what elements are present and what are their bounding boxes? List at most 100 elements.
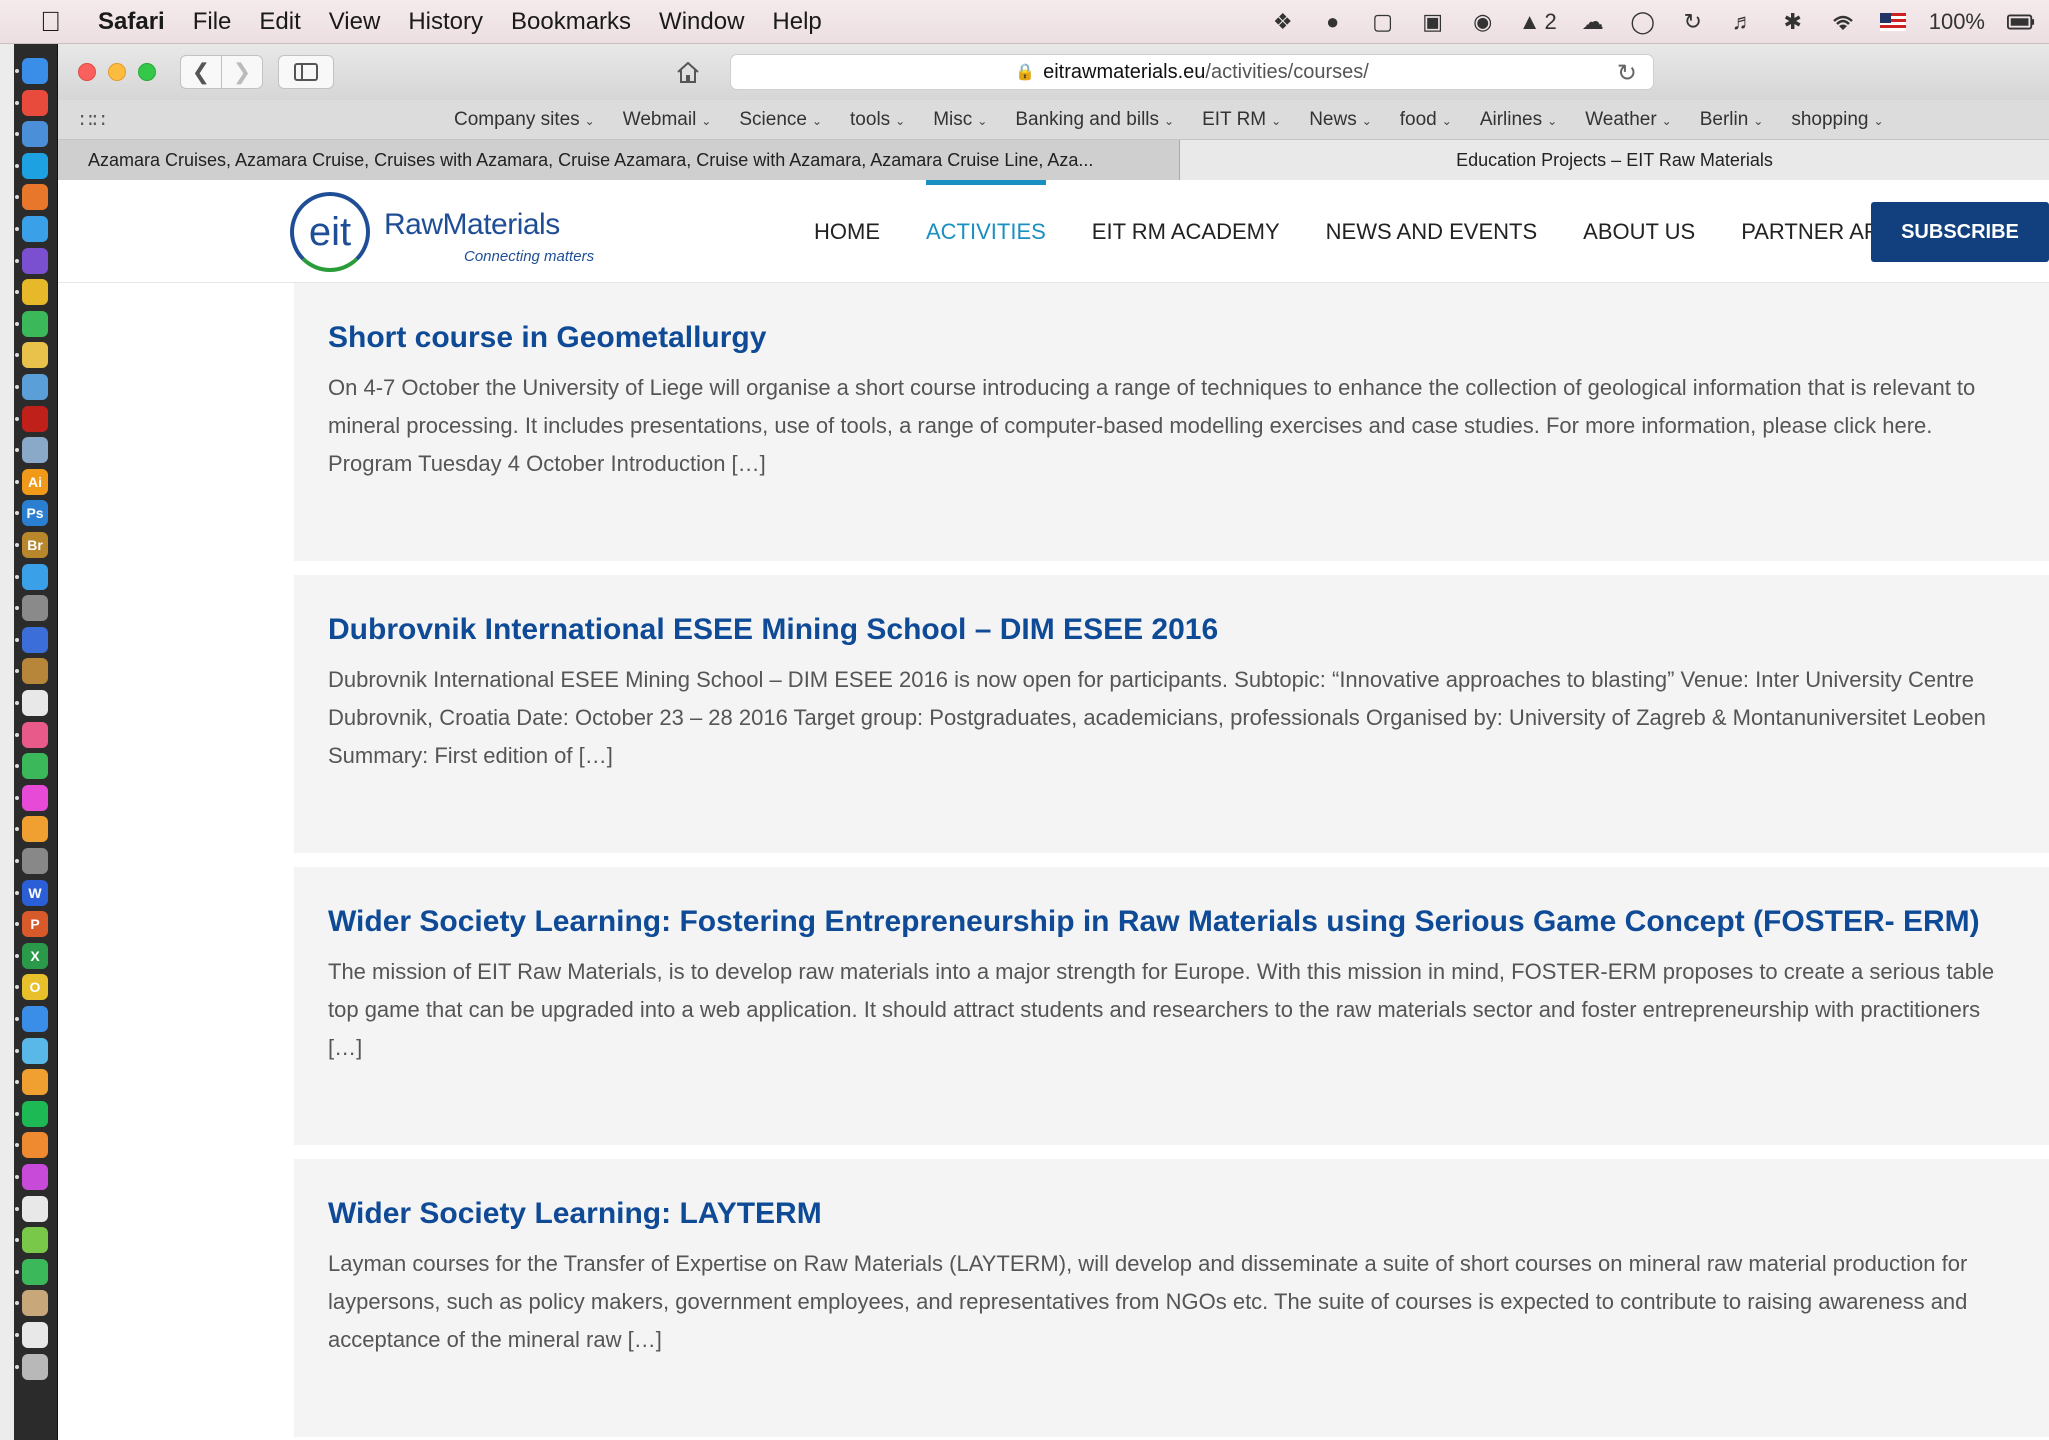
itunes-icon[interactable] bbox=[22, 784, 48, 811]
course-title-link[interactable]: Wider Society Learning: LAYTERM bbox=[328, 1197, 822, 1231]
rocket-icon[interactable] bbox=[22, 595, 48, 622]
acrobat-icon[interactable] bbox=[22, 405, 48, 432]
volume-icon[interactable]: ♬ bbox=[1729, 8, 1757, 36]
favorite-airlines[interactable]: Airlines ⌄ bbox=[1480, 109, 1557, 131]
ibooks-icon[interactable] bbox=[22, 816, 48, 843]
favorite-shopping[interactable]: shopping ⌄ bbox=[1791, 109, 1883, 131]
nav-activities[interactable]: ACTIVITIES bbox=[926, 180, 1046, 283]
app-icon[interactable] bbox=[22, 1037, 48, 1064]
trash-icon[interactable] bbox=[22, 1353, 48, 1380]
subscribe-button[interactable]: SUBSCRIBE bbox=[1871, 202, 2049, 262]
favorite-food[interactable]: food ⌄ bbox=[1400, 109, 1452, 131]
textedit-icon[interactable] bbox=[22, 690, 48, 716]
app-icon[interactable]: ● bbox=[1319, 8, 1347, 36]
favorite-weather[interactable]: Weather ⌄ bbox=[1585, 109, 1672, 131]
excel-icon[interactable]: X bbox=[22, 942, 48, 969]
app-icon[interactable] bbox=[22, 1132, 48, 1159]
zoom-window-button[interactable] bbox=[138, 63, 156, 81]
address-bar[interactable]: 🔒 eitrawmaterials.eu/activities/courses/… bbox=[730, 54, 1654, 90]
site-logo[interactable]: eit RawMaterials Connecting matters bbox=[290, 188, 620, 276]
globe-icon[interactable] bbox=[22, 310, 48, 337]
evernote-icon[interactable]: ▢ bbox=[1369, 8, 1397, 36]
menu-help[interactable]: Help bbox=[772, 8, 821, 36]
preview-icon[interactable] bbox=[22, 121, 48, 148]
contacts-icon[interactable] bbox=[22, 658, 48, 685]
network-icon[interactable] bbox=[22, 374, 48, 400]
bridge-icon[interactable]: Br bbox=[22, 532, 48, 558]
favorite-banking-and-bills[interactable]: Banking and bills ⌄ bbox=[1015, 109, 1174, 131]
word-icon[interactable]: W bbox=[22, 879, 48, 906]
app-icon[interactable] bbox=[22, 563, 48, 590]
globe-icon[interactable]: ◉ bbox=[1469, 8, 1497, 36]
grid-icon[interactable]: ∷∷ bbox=[80, 108, 105, 133]
photos-icon[interactable] bbox=[22, 721, 48, 748]
powerpoint-icon[interactable]: P bbox=[22, 911, 48, 938]
nav-home[interactable]: HOME bbox=[814, 180, 880, 283]
reload-icon[interactable]: ↻ bbox=[1617, 59, 1637, 88]
favorite-news[interactable]: News ⌄ bbox=[1309, 109, 1372, 131]
app-icon[interactable] bbox=[22, 1195, 48, 1222]
finder-icon[interactable] bbox=[22, 58, 48, 84]
course-title-link[interactable]: Dubrovnik International ESEE Mining Scho… bbox=[328, 613, 1218, 647]
mail-icon[interactable] bbox=[22, 437, 48, 464]
menu-app-name[interactable]: Safari bbox=[98, 8, 165, 36]
menu-file[interactable]: File bbox=[193, 8, 232, 36]
cloud-icon[interactable]: ☁ bbox=[1579, 8, 1607, 36]
favorite-berlin[interactable]: Berlin ⌄ bbox=[1700, 109, 1764, 131]
safari-icon[interactable] bbox=[22, 216, 48, 242]
app-icon[interactable] bbox=[22, 1290, 48, 1317]
settings-icon[interactable] bbox=[22, 848, 48, 874]
nav-news-and-events[interactable]: NEWS AND EVENTS bbox=[1326, 180, 1537, 283]
document-icon[interactable] bbox=[22, 1322, 48, 1348]
forward-button[interactable]: ❯ bbox=[221, 55, 263, 89]
menu-history[interactable]: History bbox=[408, 8, 483, 36]
chat-icon[interactable]: ◯ bbox=[1629, 8, 1657, 36]
outlook-icon[interactable]: O bbox=[22, 974, 48, 1001]
wifi-icon[interactable] bbox=[1829, 8, 1857, 36]
bluetooth-icon[interactable]: ✱ bbox=[1779, 8, 1807, 36]
favorite-tools[interactable]: tools ⌄ bbox=[850, 109, 905, 131]
favorite-webmail[interactable]: Webmail ⌄ bbox=[623, 109, 712, 131]
app-icon[interactable] bbox=[22, 1069, 48, 1096]
menu-edit[interactable]: Edit bbox=[259, 8, 300, 36]
nav-about-us[interactable]: ABOUT US bbox=[1583, 180, 1695, 283]
lock-icon[interactable]: ▣ bbox=[1419, 8, 1447, 36]
menu-bookmarks[interactable]: Bookmarks bbox=[511, 8, 631, 36]
close-window-button[interactable] bbox=[78, 63, 96, 81]
photoshop-icon[interactable]: Ps bbox=[22, 500, 48, 527]
skype-icon[interactable] bbox=[22, 152, 48, 179]
minimize-window-button[interactable] bbox=[108, 63, 126, 81]
chrome-icon[interactable] bbox=[22, 279, 48, 306]
spotify-icon[interactable] bbox=[22, 1100, 48, 1127]
back-button[interactable]: ❮ bbox=[180, 55, 222, 89]
favorite-company-sites[interactable]: Company sites ⌄ bbox=[454, 109, 595, 131]
menu-window[interactable]: Window bbox=[659, 8, 744, 36]
calculator-icon[interactable] bbox=[22, 626, 48, 653]
app-icon[interactable] bbox=[22, 1164, 48, 1190]
firefox-icon[interactable] bbox=[22, 184, 48, 211]
calendar-icon[interactable] bbox=[22, 89, 48, 116]
globe-icon[interactable] bbox=[22, 1258, 48, 1285]
apple-icon[interactable]:  bbox=[40, 6, 84, 38]
flag-icon[interactable] bbox=[1879, 8, 1907, 36]
app-icon[interactable] bbox=[22, 1006, 48, 1032]
adobe-icon[interactable]: ▲ 2 bbox=[1519, 9, 1557, 35]
dropbox-icon[interactable]: ❖ bbox=[1269, 8, 1297, 36]
time-machine-icon[interactable]: ↻ bbox=[1679, 8, 1707, 36]
favorite-science[interactable]: Science ⌄ bbox=[739, 109, 822, 131]
app-icon[interactable] bbox=[22, 1227, 48, 1254]
app-icon[interactable] bbox=[22, 247, 48, 274]
menu-view[interactable]: View bbox=[329, 8, 381, 36]
course-title-link[interactable]: Wider Society Learning: Fostering Entrep… bbox=[328, 905, 1980, 939]
notes-icon[interactable] bbox=[22, 342, 48, 369]
course-title-link[interactable]: Short course in Geometallurgy bbox=[328, 321, 766, 355]
illustrator-icon[interactable]: Ai bbox=[22, 468, 48, 495]
nav-eit-rm-academy[interactable]: EIT RM ACADEMY bbox=[1092, 180, 1280, 283]
tab-education-projects[interactable]: Education Projects – EIT Raw Materials bbox=[1180, 140, 2049, 180]
battery-icon[interactable] bbox=[2007, 8, 2035, 36]
facetime-icon[interactable] bbox=[22, 753, 48, 780]
sidebar-toggle-button[interactable] bbox=[278, 55, 334, 89]
home-button[interactable] bbox=[662, 55, 714, 89]
favorite-misc[interactable]: Misc ⌄ bbox=[933, 109, 987, 131]
tab-azamara[interactable]: Azamara Cruises, Azamara Cruise, Cruises… bbox=[58, 140, 1180, 180]
